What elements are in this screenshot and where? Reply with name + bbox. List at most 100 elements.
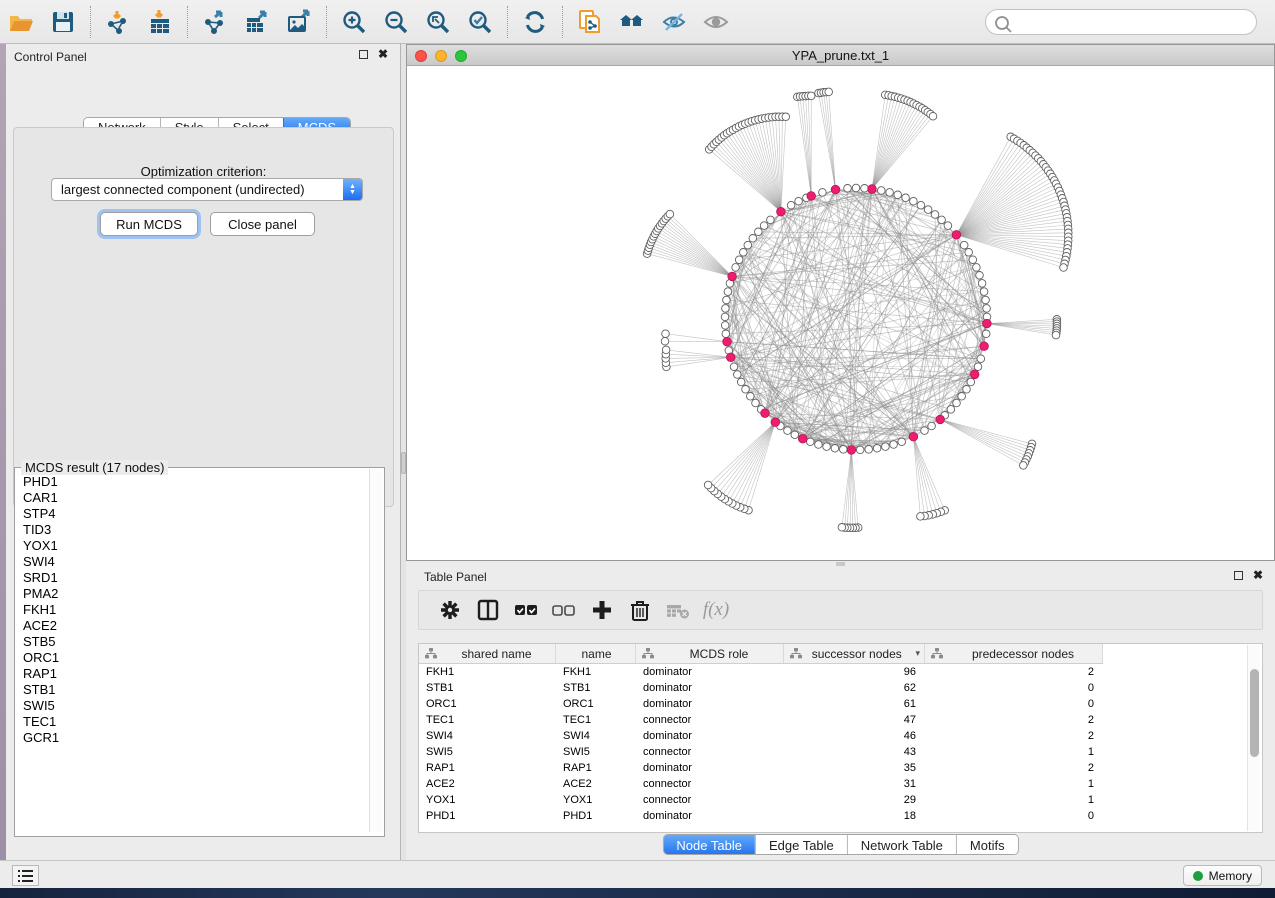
- cell-shared-name[interactable]: TEC1: [419, 712, 556, 728]
- table-settings-button[interactable]: [431, 593, 469, 627]
- table-row[interactable]: STB1STB1dominator620: [419, 680, 1103, 696]
- cell-name[interactable]: ACE2: [556, 776, 636, 792]
- table-row[interactable]: SWI4SWI4dominator462: [419, 728, 1103, 744]
- memory-button[interactable]: Memory: [1183, 865, 1262, 886]
- zoom-in-button[interactable]: [333, 3, 375, 41]
- cell-predecessor-nodes[interactable]: 2: [925, 728, 1103, 744]
- table-row[interactable]: RAP1RAP1dominator352: [419, 760, 1103, 776]
- open-file-button[interactable]: [0, 3, 42, 41]
- cell-MCDS-role[interactable]: dominator: [636, 808, 784, 824]
- import-table-button[interactable]: [139, 3, 181, 41]
- cell-successor-nodes[interactable]: 46: [784, 728, 925, 744]
- delete-table-button[interactable]: [659, 593, 697, 627]
- table-row[interactable]: FKH1FKH1dominator962: [419, 664, 1103, 680]
- zoom-selected-button[interactable]: [459, 3, 501, 41]
- cell-successor-nodes[interactable]: 18: [784, 808, 925, 824]
- float-table-panel-icon[interactable]: [1234, 571, 1243, 580]
- cell-MCDS-role[interactable]: dominator: [636, 696, 784, 712]
- column-header-name[interactable]: name: [556, 644, 636, 663]
- cell-name[interactable]: FKH1: [556, 664, 636, 680]
- table-row[interactable]: TEC1TEC1connector472: [419, 712, 1103, 728]
- sort-chevron-icon[interactable]: ▾: [915, 648, 924, 659]
- mcds-result-item[interactable]: CAR1: [16, 490, 370, 506]
- table-row[interactable]: ORC1ORC1dominator610: [419, 696, 1103, 712]
- network-graph-canvas[interactable]: [407, 66, 1274, 560]
- cell-successor-nodes[interactable]: 61: [784, 696, 925, 712]
- cell-successor-nodes[interactable]: 47: [784, 712, 925, 728]
- mcds-result-list[interactable]: PHD1CAR1STP4TID3YOX1SWI4SRD1PMA2FKH1ACE2…: [16, 474, 370, 832]
- criterion-dropdown[interactable]: largest connected component (undirected)…: [51, 178, 363, 201]
- export-network-button[interactable]: [194, 3, 236, 41]
- mcds-result-item[interactable]: SRD1: [16, 570, 370, 586]
- table-row[interactable]: YOX1YOX1connector291: [419, 792, 1103, 808]
- mcds-result-item[interactable]: ACE2: [16, 618, 370, 634]
- tab-edge-table[interactable]: Edge Table: [755, 835, 847, 855]
- cell-name[interactable]: YOX1: [556, 792, 636, 808]
- mcds-result-item[interactable]: GCR1: [16, 730, 370, 746]
- column-pane-button[interactable]: [469, 593, 507, 627]
- export-image-button[interactable]: [278, 3, 320, 41]
- cell-shared-name[interactable]: PHD1: [419, 808, 556, 824]
- table-scrollbar-thumb[interactable]: [1250, 669, 1259, 757]
- cell-predecessor-nodes[interactable]: 2: [925, 664, 1103, 680]
- cell-MCDS-role[interactable]: dominator: [636, 680, 784, 696]
- cell-name[interactable]: SWI5: [556, 744, 636, 760]
- cell-predecessor-nodes[interactable]: 1: [925, 744, 1103, 760]
- add-column-button[interactable]: [583, 593, 621, 627]
- mcds-result-item[interactable]: ORC1: [16, 650, 370, 666]
- mcds-result-item[interactable]: FKH1: [16, 602, 370, 618]
- cell-name[interactable]: ORC1: [556, 696, 636, 712]
- zoom-fit-button[interactable]: [417, 3, 459, 41]
- hide-selected-button[interactable]: [653, 3, 695, 41]
- cell-predecessor-nodes[interactable]: 0: [925, 808, 1103, 824]
- mcds-result-scrollbar[interactable]: [369, 469, 383, 832]
- task-history-button[interactable]: [12, 865, 39, 886]
- apply-layout-button[interactable]: [514, 3, 556, 41]
- cell-shared-name[interactable]: ACE2: [419, 776, 556, 792]
- cell-MCDS-role[interactable]: connector: [636, 776, 784, 792]
- cell-shared-name[interactable]: YOX1: [419, 792, 556, 808]
- mcds-result-item[interactable]: TEC1: [16, 714, 370, 730]
- mcds-result-item[interactable]: TID3: [16, 522, 370, 538]
- cell-MCDS-role[interactable]: connector: [636, 744, 784, 760]
- cell-shared-name[interactable]: SWI5: [419, 744, 556, 760]
- column-header-successor-nodes[interactable]: successor nodes▾: [784, 644, 925, 663]
- cell-shared-name[interactable]: SWI4: [419, 728, 556, 744]
- mcds-result-item[interactable]: YOX1: [16, 538, 370, 554]
- tab-motifs[interactable]: Motifs: [956, 835, 1018, 855]
- run-mcds-button[interactable]: Run MCDS: [100, 212, 198, 236]
- column-header-shared-name[interactable]: shared name: [419, 644, 556, 663]
- delete-column-button[interactable]: [621, 593, 659, 627]
- cell-MCDS-role[interactable]: dominator: [636, 728, 784, 744]
- mcds-result-item[interactable]: SWI4: [16, 554, 370, 570]
- column-header-MCDS-role[interactable]: MCDS role: [636, 644, 784, 663]
- cell-MCDS-role[interactable]: dominator: [636, 760, 784, 776]
- cell-predecessor-nodes[interactable]: 0: [925, 696, 1103, 712]
- cell-name[interactable]: PHD1: [556, 808, 636, 824]
- cell-name[interactable]: RAP1: [556, 760, 636, 776]
- table-scrollbar[interactable]: [1247, 645, 1260, 831]
- close-panel-button[interactable]: Close panel: [210, 212, 315, 236]
- cell-successor-nodes[interactable]: 31: [784, 776, 925, 792]
- table-row[interactable]: SWI5SWI5connector431: [419, 744, 1103, 760]
- cell-MCDS-role[interactable]: connector: [636, 712, 784, 728]
- import-network-button[interactable]: [97, 3, 139, 41]
- cell-predecessor-nodes[interactable]: 1: [925, 792, 1103, 808]
- cell-successor-nodes[interactable]: 62: [784, 680, 925, 696]
- mcds-result-item[interactable]: STP4: [16, 506, 370, 522]
- cell-predecessor-nodes[interactable]: 0: [925, 680, 1103, 696]
- network-window-titlebar[interactable]: YPA_prune.txt_1: [407, 45, 1274, 66]
- show-all-button[interactable]: [695, 3, 737, 41]
- close-panel-icon[interactable]: ✖: [378, 49, 388, 59]
- table-row[interactable]: PHD1PHD1dominator180: [419, 808, 1103, 824]
- cell-successor-nodes[interactable]: 35: [784, 760, 925, 776]
- cell-shared-name[interactable]: ORC1: [419, 696, 556, 712]
- save-session-button[interactable]: [42, 3, 84, 41]
- cell-predecessor-nodes[interactable]: 2: [925, 712, 1103, 728]
- mcds-result-item[interactable]: PHD1: [16, 474, 370, 490]
- cell-successor-nodes[interactable]: 43: [784, 744, 925, 760]
- mcds-result-item[interactable]: SWI5: [16, 698, 370, 714]
- tab-node-table[interactable]: Node Table: [663, 835, 755, 855]
- cell-name[interactable]: STB1: [556, 680, 636, 696]
- mcds-result-item[interactable]: STB5: [16, 634, 370, 650]
